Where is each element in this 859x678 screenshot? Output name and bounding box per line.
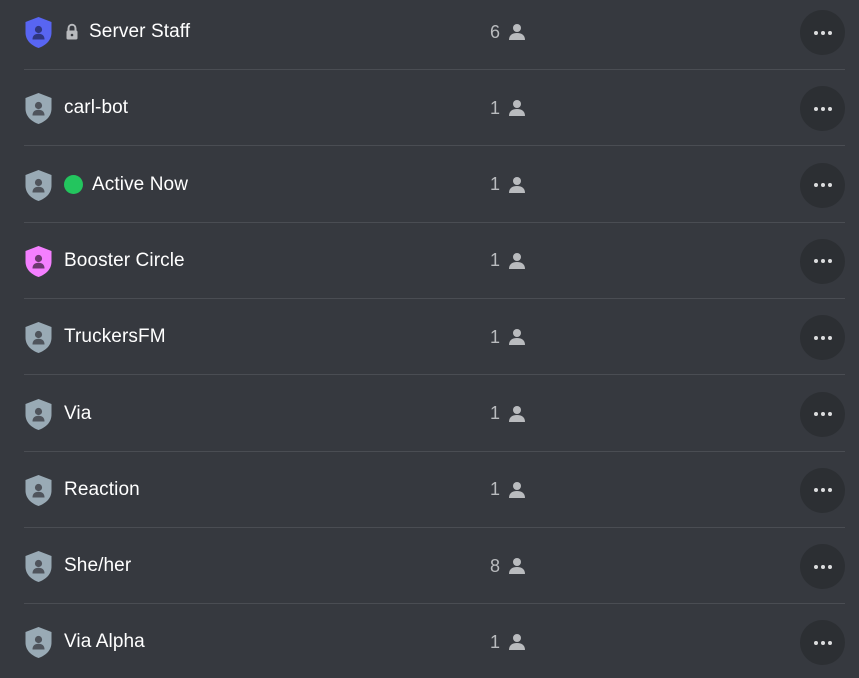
member-count: 1 xyxy=(489,250,500,271)
role-name-area: She/her xyxy=(64,551,131,581)
role-shield-icon xyxy=(24,169,53,202)
ellipsis-icon xyxy=(813,335,833,341)
role-name-area: carl-bot xyxy=(64,93,128,123)
role-name: Reaction xyxy=(64,478,140,500)
member-count: 8 xyxy=(489,555,500,576)
person-icon xyxy=(508,405,526,423)
role-shield-icon xyxy=(24,321,53,354)
member-count-area: 1 xyxy=(470,248,526,274)
member-count: 1 xyxy=(489,479,500,500)
member-count-area: 6 xyxy=(470,19,526,45)
member-count: 1 xyxy=(489,97,500,118)
role-row[interactable]: Server Staff 6 xyxy=(0,0,859,70)
member-count: 1 xyxy=(489,631,500,652)
lock-icon xyxy=(64,23,80,41)
role-row[interactable]: TruckersFM 1 xyxy=(0,299,859,376)
member-count-area: 1 xyxy=(470,95,526,121)
role-name-area: TruckersFM xyxy=(64,322,166,352)
role-shield-icon xyxy=(24,245,53,278)
person-icon xyxy=(508,176,526,194)
more-options-button[interactable] xyxy=(800,467,845,513)
member-count-area: 1 xyxy=(470,172,526,198)
ellipsis-icon xyxy=(813,411,833,417)
ellipsis-icon xyxy=(813,258,833,264)
role-name: She/her xyxy=(64,555,132,577)
member-count: 1 xyxy=(489,326,500,347)
role-row[interactable]: Reaction 1 xyxy=(0,452,859,528)
role-name: Via xyxy=(64,402,92,424)
role-name-area: Booster Circle xyxy=(64,246,185,276)
role-row[interactable]: She/her 8 xyxy=(0,528,859,605)
person-icon xyxy=(508,633,526,651)
more-options-button[interactable] xyxy=(800,620,845,666)
role-row[interactable]: carl-bot 1 xyxy=(0,70,859,147)
ellipsis-icon xyxy=(813,640,833,646)
role-shield-icon xyxy=(24,16,53,49)
role-name: Active Now xyxy=(92,173,189,195)
person-icon xyxy=(508,557,526,575)
member-count: 6 xyxy=(489,21,500,42)
member-count-area: 1 xyxy=(470,629,526,655)
role-shield-icon xyxy=(24,92,53,125)
ellipsis-icon xyxy=(813,182,833,188)
role-name-area: Active Now xyxy=(64,170,188,200)
role-shield-icon xyxy=(24,398,53,431)
person-icon xyxy=(508,328,526,346)
role-shield-icon xyxy=(24,626,53,659)
role-name-area: Via Alpha xyxy=(64,627,145,657)
role-shield-icon xyxy=(24,550,53,583)
member-count-area: 1 xyxy=(470,477,526,503)
more-options-button[interactable] xyxy=(800,162,845,208)
more-options-button[interactable] xyxy=(800,86,845,132)
more-options-button[interactable] xyxy=(800,238,845,284)
person-icon xyxy=(508,252,526,270)
role-name: carl-bot xyxy=(64,97,129,119)
more-options-button[interactable] xyxy=(800,391,845,437)
role-name: Server Staff xyxy=(89,21,191,42)
member-count: 1 xyxy=(489,403,500,423)
ellipsis-icon xyxy=(813,30,833,36)
role-row[interactable]: Booster Circle 1 xyxy=(0,223,859,299)
role-name-area: Via xyxy=(64,399,91,429)
role-row[interactable]: Via 1 xyxy=(0,376,859,452)
role-name: Booster Circle xyxy=(64,249,185,271)
role-name: Via Alpha xyxy=(64,631,145,653)
person-icon xyxy=(508,481,526,499)
more-options-button[interactable] xyxy=(800,544,845,590)
role-color-dot xyxy=(64,175,83,195)
member-count-area: 1 xyxy=(470,401,526,427)
ellipsis-icon xyxy=(813,106,833,112)
ellipsis-icon xyxy=(813,487,833,493)
role-row[interactable]: Via Alpha 1 xyxy=(0,604,859,678)
more-options-button[interactable] xyxy=(800,315,845,361)
more-options-button[interactable] xyxy=(800,10,845,55)
ellipsis-icon xyxy=(813,564,833,570)
role-row[interactable]: Active Now 1 xyxy=(0,147,859,223)
member-count: 1 xyxy=(489,174,500,195)
person-icon xyxy=(508,99,526,117)
member-count-area: 1 xyxy=(470,324,526,350)
person-icon xyxy=(508,23,526,41)
role-shield-icon xyxy=(24,474,53,507)
role-name-area: Reaction xyxy=(64,475,140,505)
member-count-area: 8 xyxy=(470,553,526,579)
role-name-area: Server Staff xyxy=(64,17,190,47)
role-name: TruckersFM xyxy=(64,326,166,348)
role-list: Server Staff 6 carl-bot 1 Active Now 1 Booster… xyxy=(0,0,859,678)
